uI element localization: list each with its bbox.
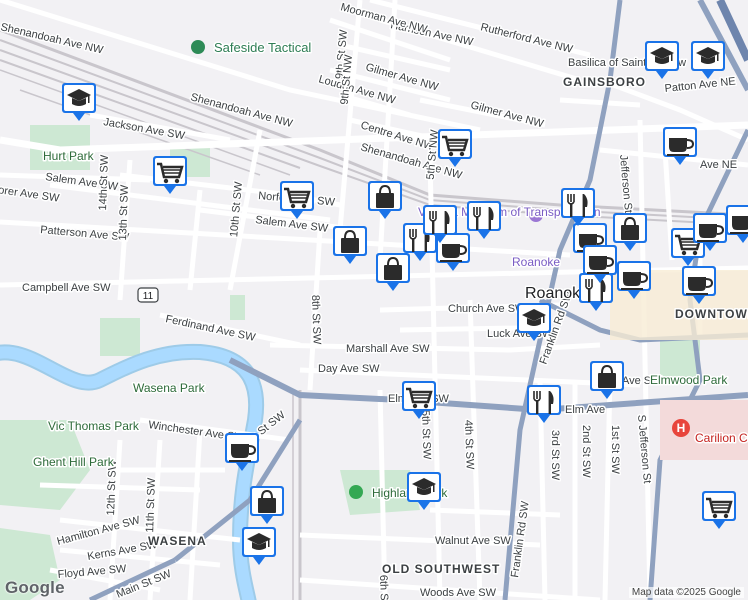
area-label: GAINSBORO — [563, 75, 646, 89]
area-label: WASENA — [148, 534, 207, 548]
area-label: DOWNTOWN ROANOKE — [675, 307, 748, 321]
road-label: Rutherford Ave NW — [479, 21, 574, 56]
poi-roanoke-label[interactable]: Roanoke — [511, 254, 562, 271]
road-label: 14th St SW — [97, 154, 111, 211]
svg-text:H: H — [677, 421, 686, 435]
road-label: 4th St SW — [462, 420, 476, 471]
google-logo: Google — [5, 578, 65, 597]
road-label: 5th St SW — [419, 410, 433, 461]
map-marker-fork-knife-icon[interactable] — [579, 273, 613, 311]
road-label: 13th St SW — [117, 184, 131, 241]
road-label: Moorman Ave NW — [339, 1, 429, 36]
road-label: Church Ave SW — [448, 303, 526, 315]
map-marker-school-icon[interactable] — [691, 41, 725, 79]
road-label: 8th St SW — [309, 295, 323, 346]
poi-carilion[interactable]: Carilion Community — [694, 430, 748, 447]
road-label: Patton Ave NE — [664, 76, 736, 95]
road-label: 2nd St SW — [580, 425, 592, 478]
map-marker-cup-icon[interactable] — [726, 205, 748, 243]
road-label: Campbell Ave SW — [22, 282, 111, 294]
park-label: Vic Thomas Park — [48, 419, 140, 433]
map-marker-bag-icon[interactable] — [250, 486, 284, 524]
road-label: 6th St SW — [377, 575, 391, 600]
road-label: 3rd St SW — [549, 430, 561, 481]
map-marker-fork-knife-icon[interactable] — [467, 201, 501, 239]
road-label: 11th St SW — [144, 477, 158, 533]
map-canvas[interactable]: H Shenandoah Ave NW Shenandoah Ave NW Sh… — [0, 0, 748, 600]
map-marker-bag-icon[interactable] — [590, 361, 624, 399]
map-attribution[interactable]: Map data ©2025 Google — [628, 587, 744, 598]
map-marker-bag-icon[interactable] — [368, 181, 402, 219]
map-marker-cart-icon[interactable] — [702, 491, 736, 529]
safeside-tactical-icon[interactable] — [191, 40, 205, 54]
map-marker-cart-icon[interactable] — [438, 129, 472, 167]
road-label: Day Ave SW — [318, 363, 380, 375]
map-marker-fork-knife-icon[interactable] — [561, 188, 595, 226]
road-label: Gilmer Ave NW — [469, 99, 545, 130]
road-label: Elm Ave — [565, 404, 605, 416]
road-label: Ave NE — [700, 159, 737, 171]
park-label: Ghent Hill Park — [33, 455, 115, 469]
map-marker-bag-icon[interactable] — [333, 226, 367, 264]
map-marker-cart-icon[interactable] — [153, 156, 187, 194]
road-label: Marshall Ave SW — [346, 343, 430, 355]
road-label: Jefferson St — [617, 154, 634, 213]
route-shield: 11 — [137, 287, 159, 303]
road-label: Walnut Ave SW — [435, 535, 511, 547]
poi-safeside[interactable]: Safeside Tactical — [213, 39, 313, 57]
road-label: 1st St SW — [609, 425, 621, 475]
map-marker-bag-icon[interactable] — [376, 253, 410, 291]
park-label: Elmwood Park — [650, 373, 728, 387]
map-marker-fork-knife-icon[interactable] — [527, 385, 561, 423]
road-label: S Jefferson St — [635, 414, 653, 484]
svg-text:11: 11 — [143, 291, 154, 302]
map-marker-school-icon[interactable] — [645, 41, 679, 79]
road-label: Jackson Ave SW — [102, 116, 186, 142]
road-label: Woods Ave SW — [420, 587, 497, 599]
park-label: Wasena Park — [133, 381, 206, 395]
park-label: Hurt Park — [43, 149, 95, 163]
area-label: OLD SOUTHWEST — [382, 562, 500, 576]
highland-park-icon[interactable] — [349, 485, 363, 499]
